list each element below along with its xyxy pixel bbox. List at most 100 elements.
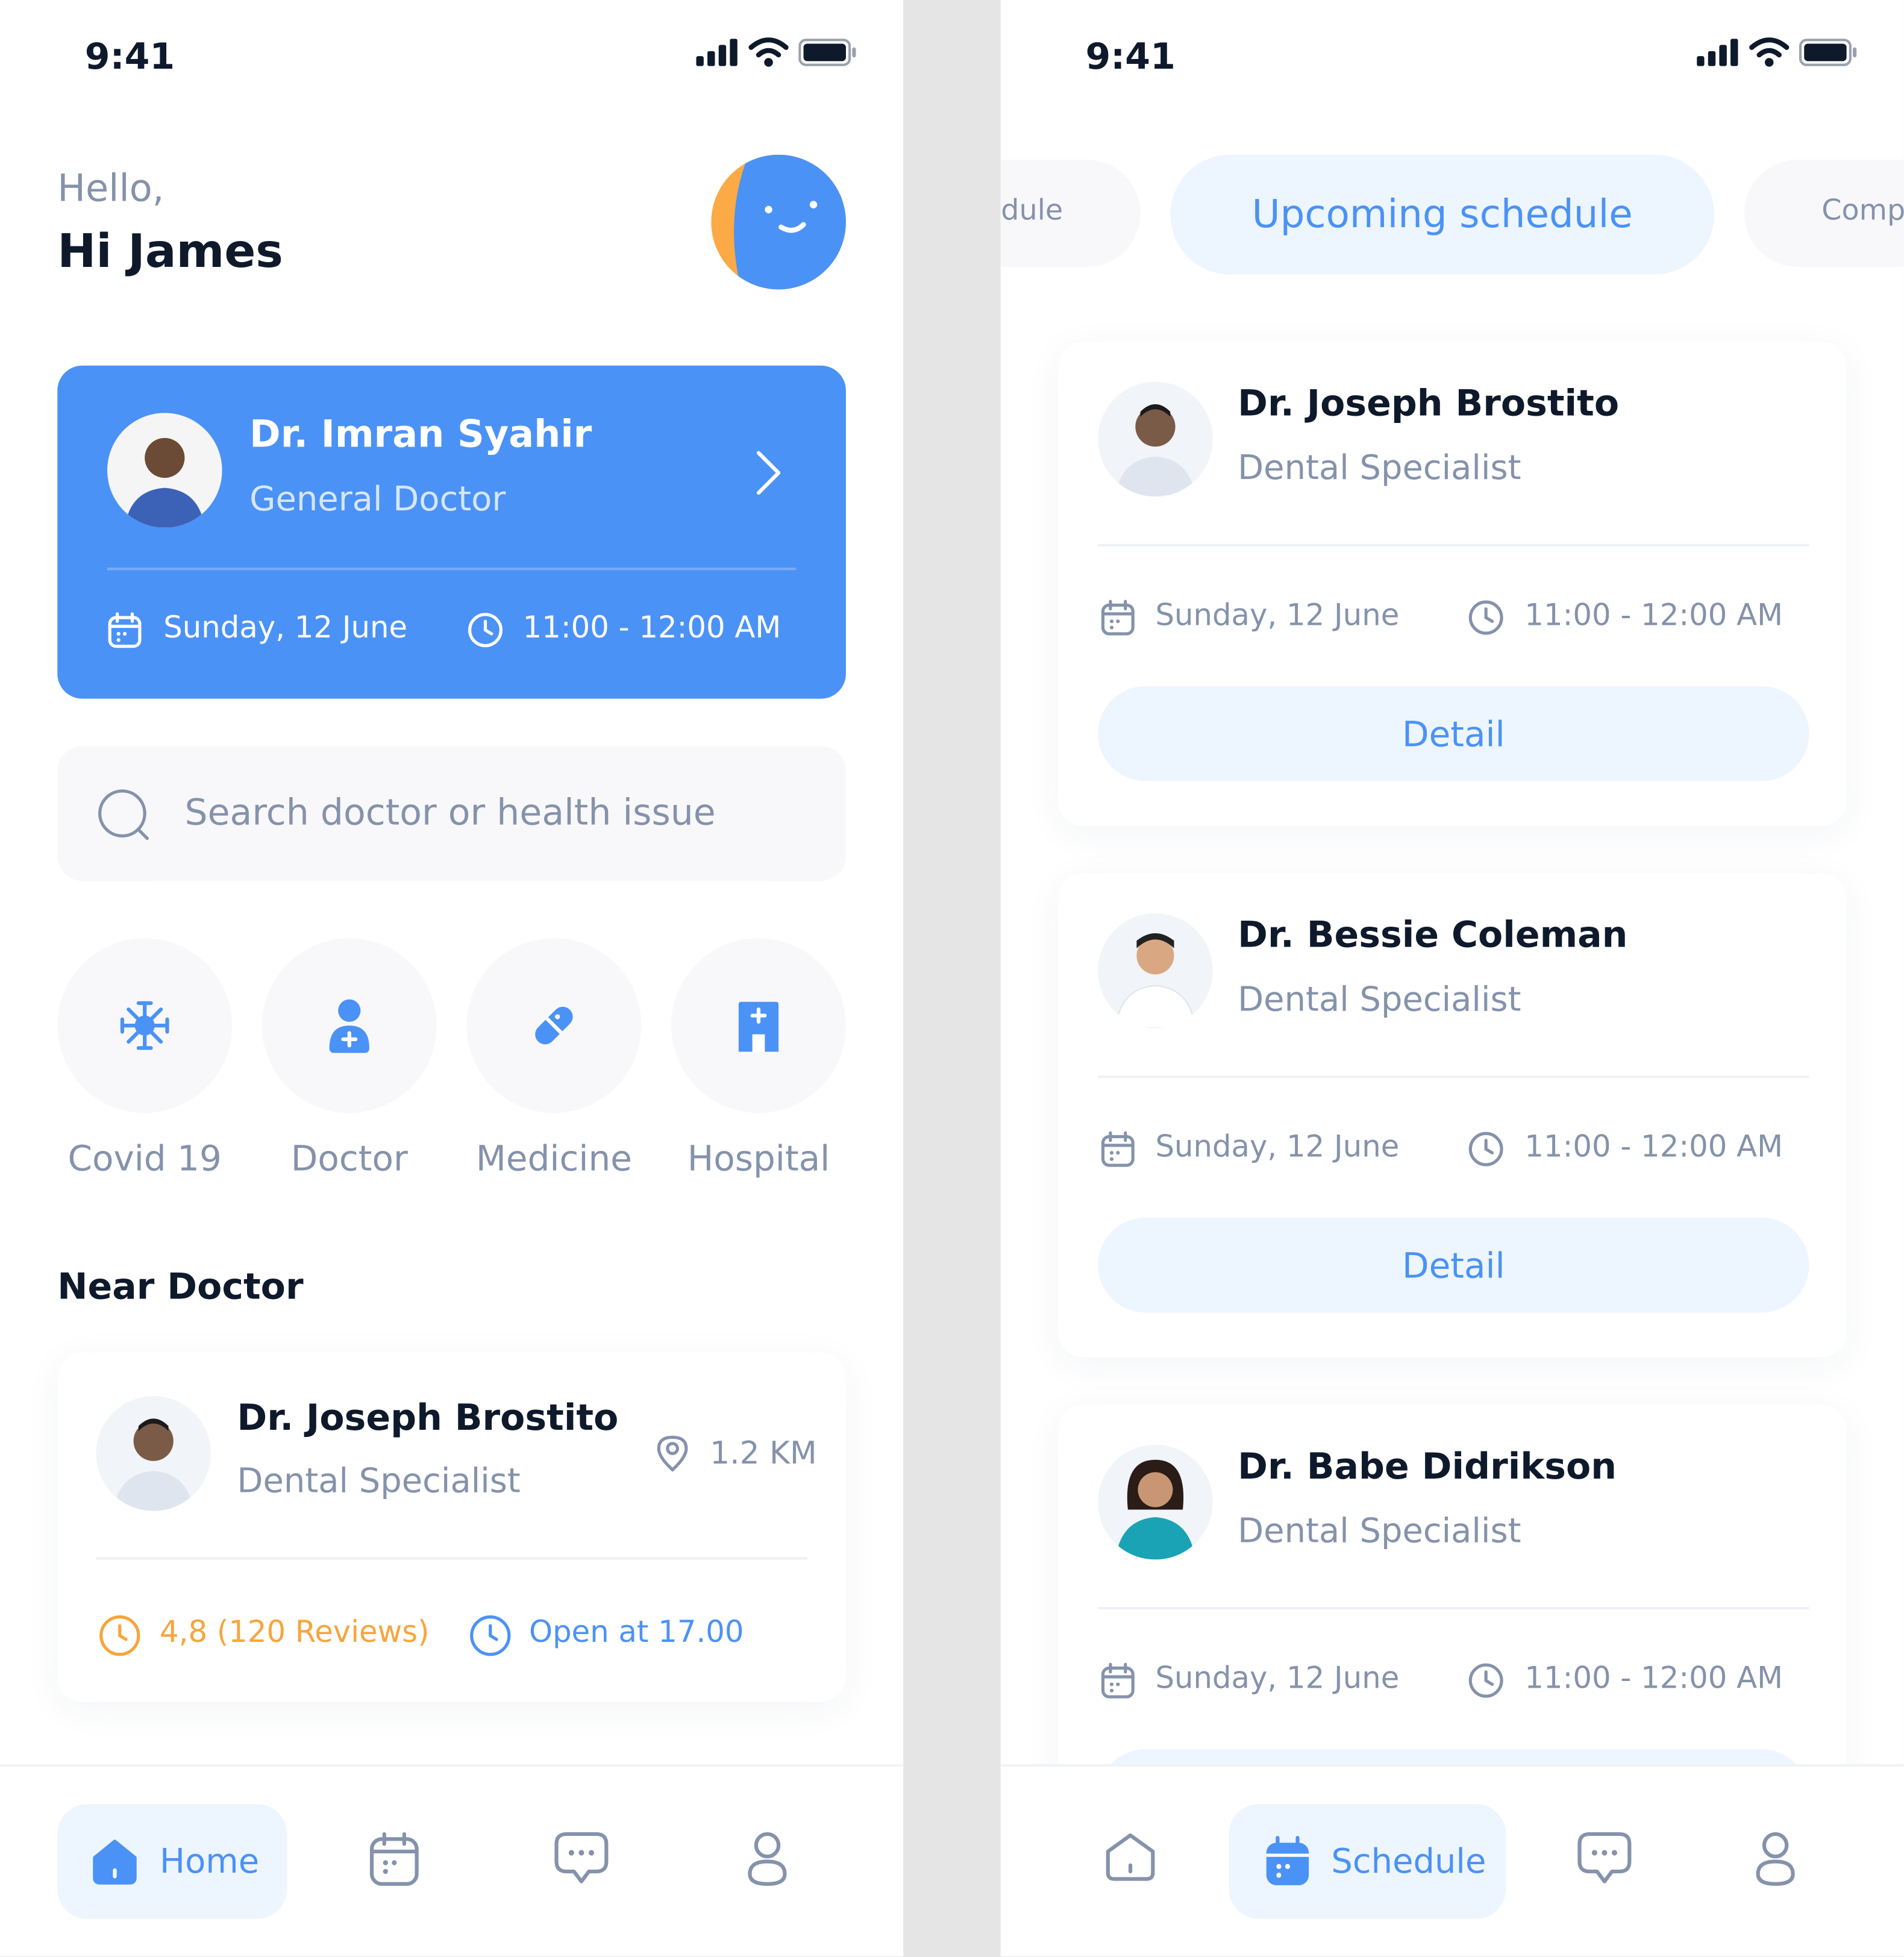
detail-button[interactable]: Detail — [1098, 1218, 1809, 1313]
clock-icon — [1468, 1663, 1503, 1698]
appointment-date: Sunday, 12 June — [1155, 597, 1400, 633]
status-icons — [696, 37, 858, 67]
clock-icon — [1468, 1132, 1503, 1166]
search-bar[interactable]: Search doctor or health issue — [57, 746, 846, 881]
nav-home-label: Home — [160, 1842, 260, 1881]
category-doctor[interactable]: Doctor — [261, 938, 437, 1179]
calendar-nav-icon[interactable] — [369, 1832, 419, 1887]
location-pin-icon — [657, 1435, 688, 1472]
chat-nav-icon[interactable] — [1577, 1832, 1632, 1884]
card-divider — [1098, 1075, 1809, 1079]
chevron-right-icon[interactable] — [754, 448, 784, 498]
category-label: Doctor — [290, 1138, 408, 1179]
doctor-name: Dr. Babe Didrikson — [1238, 1444, 1617, 1488]
doctor-specialty: Dental Specialist — [1238, 1512, 1521, 1551]
appointment-date: Sunday, 12 June — [1155, 1661, 1400, 1696]
search-icon — [98, 789, 149, 841]
wifi-icon — [748, 37, 789, 67]
virus-icon — [120, 1001, 169, 1050]
home-icon — [93, 1840, 137, 1885]
clock-icon — [99, 1615, 140, 1656]
near-doctor-title: Near Doctor — [57, 1265, 304, 1308]
category-medicine[interactable]: Medicine — [466, 938, 642, 1179]
search-placeholder[interactable]: Search doctor or health issue — [184, 791, 715, 833]
doctor-name: Dr. Bessie Coleman — [1238, 913, 1628, 956]
nav-home[interactable]: Home — [57, 1804, 287, 1919]
nav-schedule[interactable]: Schedule — [1229, 1804, 1506, 1919]
near-doctor-card[interactable]: Dr. Joseph Brostito Dental Specialist 1.… — [57, 1352, 846, 1702]
pill-icon — [535, 1006, 573, 1045]
appointment-time: 11:00 - 12:00 AM — [1524, 1661, 1783, 1696]
chat-nav-icon[interactable] — [554, 1832, 609, 1884]
calendar-active-icon — [1266, 1836, 1309, 1885]
greeting-text: Hello, — [57, 167, 164, 211]
doctor-icon — [329, 999, 369, 1053]
detail-button[interactable]: Detail — [1098, 686, 1809, 781]
tab-upcoming[interactable]: Upcoming schedule — [1170, 154, 1715, 275]
doctor-specialty: Dental Specialist — [1238, 449, 1521, 488]
near-doctor-open: Open at 17.00 — [528, 1614, 744, 1650]
home-screen: 9:41 Hello, Hi James Dr. Imran Syahir Ge… — [0, 0, 904, 1956]
clock-icon — [1468, 600, 1503, 635]
signal-icon — [696, 39, 737, 66]
tab-previous[interactable]: dule — [1000, 160, 1141, 268]
signal-icon — [1697, 39, 1738, 66]
category-hospital[interactable]: Hospital — [671, 938, 846, 1179]
avatar-face-icon — [711, 154, 846, 290]
near-doctor-name: Dr. Joseph Brostito — [237, 1396, 619, 1439]
card-divider — [1098, 543, 1809, 546]
doctor-photo — [107, 413, 222, 528]
calendar-icon — [1101, 1662, 1135, 1699]
wifi-icon — [1749, 37, 1790, 67]
appointment-time: 11:00 - 12:00 AM — [1524, 1129, 1783, 1164]
status-time: 9:41 — [84, 34, 175, 78]
appointment-card[interactable]: Dr. Joseph Brostito Dental Specialist Su… — [1057, 342, 1847, 826]
category-label: Medicine — [475, 1138, 632, 1179]
near-doctor-rating: 4,8 (120 Reviews) — [160, 1614, 430, 1650]
tab-label: dule — [1001, 195, 1063, 227]
schedule-screen: 9:41 dule Upcoming schedule Comp Dr. Jos… — [1000, 0, 1904, 1956]
appointment-doctor-name: Dr. Imran Syahir — [249, 413, 592, 457]
doctor-photo — [96, 1396, 211, 1511]
category-label: Hospital — [687, 1138, 830, 1179]
near-doctor-specialty: Dental Specialist — [237, 1462, 521, 1501]
nav-schedule-label: Schedule — [1331, 1842, 1486, 1881]
card-divider — [1098, 1607, 1809, 1610]
doctor-photo — [1098, 913, 1213, 1029]
appointment-doctor-specialty: General Doctor — [249, 480, 506, 519]
tab-label: Comp — [1821, 195, 1904, 227]
profile-avatar[interactable] — [711, 154, 846, 290]
near-doctor-distance: 1.2 KM — [710, 1435, 817, 1471]
calendar-icon — [1101, 600, 1135, 636]
appointment-date: Sunday, 12 June — [163, 610, 408, 645]
upcoming-appointment-card[interactable]: Dr. Imran Syahir General Doctor Sunday, … — [57, 365, 846, 699]
appointment-time: 11:00 - 12:00 AM — [522, 610, 781, 645]
status-icons — [1697, 37, 1859, 67]
hospital-icon — [738, 1001, 779, 1052]
doctor-photo — [1098, 381, 1213, 497]
bottom-nav: Home — [0, 1764, 904, 1956]
status-time: 9:41 — [1085, 34, 1176, 78]
bottom-nav: Schedule — [1000, 1764, 1904, 1956]
card-divider — [107, 568, 797, 571]
appointment-date: Sunday, 12 June — [1155, 1129, 1400, 1164]
home-nav-icon[interactable] — [1103, 1832, 1157, 1882]
battery-icon — [798, 39, 856, 66]
user-name: Hi James — [57, 224, 283, 278]
appointment-time: 11:00 - 12:00 AM — [1524, 597, 1783, 633]
tab-label: Upcoming schedule — [1251, 192, 1633, 237]
card-divider — [96, 1557, 807, 1560]
doctor-photo — [1098, 1444, 1213, 1560]
profile-nav-icon[interactable] — [746, 1832, 788, 1887]
profile-nav-icon[interactable] — [1754, 1832, 1796, 1887]
category-covid[interactable]: Covid 19 — [57, 938, 233, 1179]
doctor-name: Dr. Joseph Brostito — [1238, 381, 1620, 425]
battery-icon — [1799, 39, 1857, 66]
appointment-card[interactable]: Dr. Bessie Coleman Dental Specialist Sun… — [1057, 873, 1847, 1357]
clock-icon — [468, 613, 503, 648]
clock-icon — [470, 1615, 511, 1656]
category-label: Covid 19 — [67, 1138, 222, 1179]
tab-completed[interactable]: Comp — [1744, 160, 1904, 268]
calendar-icon — [1101, 1131, 1135, 1167]
calendar-icon — [108, 612, 142, 648]
